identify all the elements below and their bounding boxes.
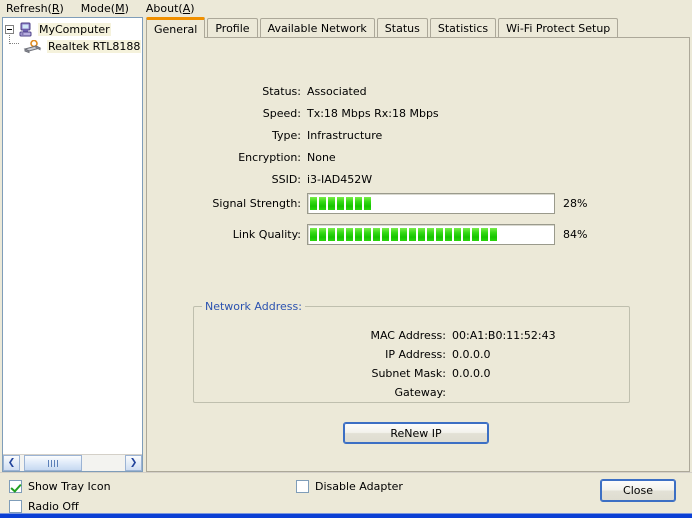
tree-node-mycomputer-label: MyComputer <box>38 23 111 36</box>
menu-item-refresh-pre: Refresh( <box>6 2 52 15</box>
field-subnet-mask-label: Subnet Mask: <box>371 367 446 380</box>
renew-ip-button[interactable]: ReNew IP <box>343 422 489 444</box>
field-subnet-mask-value: 0.0.0.0 <box>452 367 491 380</box>
field-status-label: Status: <box>262 85 301 98</box>
scrollbar-thumb[interactable] <box>24 455 82 471</box>
disable-adapter-label: Disable Adapter <box>315 480 403 493</box>
show-tray-icon-checkbox-box[interactable] <box>9 480 22 493</box>
field-encryption-value: None <box>307 151 336 164</box>
wireless-adapter-icon <box>23 39 42 53</box>
field-ip-address-label: IP Address: <box>385 348 446 361</box>
disable-adapter-checkbox-box[interactable] <box>296 480 309 493</box>
adapter-tree[interactable]: MyComputer Realtek RTL8188 <box>3 18 142 454</box>
menu-item-refresh-post: ) <box>59 2 64 15</box>
tree-expander-icon[interactable] <box>5 25 14 34</box>
tab-panel: General Profile Available Network Status… <box>146 17 690 472</box>
menu-item-about[interactable]: About(A) <box>146 1 205 16</box>
tab-content-general: Status: Associated Speed: Tx:18 Mbps Rx:… <box>146 37 690 472</box>
field-ip-address-value: 0.0.0.0 <box>452 348 491 361</box>
checkbox-radio-off[interactable]: Radio Off <box>9 500 79 513</box>
field-ssid-value: i3-IAD452W <box>307 173 373 186</box>
footer-bar: Show Tray Icon Radio Off Disable Adapter… <box>0 472 692 518</box>
field-ssid: SSID: i3-IAD452W <box>197 173 537 186</box>
field-type-label: Type: <box>272 129 301 142</box>
tree-node-adapter-label: Realtek RTL8188 <box>47 40 142 53</box>
menu-bar: Refresh(R) Mode(M) About(A) <box>0 0 692 17</box>
meter-link-quality-percent: 84% <box>563 228 588 241</box>
scrollbar-grip-icon <box>48 459 58 467</box>
meter-link-quality-label: Link Quality: <box>232 228 301 241</box>
network-address-group: Network Address: MAC Address: 00:A1:B0:1… <box>193 300 630 403</box>
field-ssid-label: SSID: <box>271 173 301 186</box>
menu-item-mode-post: ) <box>124 2 129 15</box>
field-mac-address-value: 00:A1:B0:11:52:43 <box>452 329 556 342</box>
network-address-legend: Network Address: <box>202 300 305 313</box>
wireless-utility-window: Refresh(R) Mode(M) About(A) MyComputer R… <box>0 0 692 518</box>
tab-strip: General Profile Available Network Status… <box>146 17 690 38</box>
show-tray-icon-label: Show Tray Icon <box>28 480 111 493</box>
field-speed: Speed: Tx:18 Mbps Rx:18 Mbps <box>197 107 537 120</box>
close-button[interactable]: Close <box>600 479 676 502</box>
checkbox-show-tray-icon[interactable]: Show Tray Icon <box>9 480 111 493</box>
computer-icon <box>19 22 32 37</box>
meter-signal-strength-bar <box>307 193 555 214</box>
field-gateway: Gateway: <box>194 386 614 399</box>
tab-available-network[interactable]: Available Network <box>259 18 375 38</box>
meter-signal-strength-label: Signal Strength: <box>212 197 301 210</box>
tab-general[interactable]: General <box>146 17 206 38</box>
menu-item-about-pre: About( <box>145 2 183 15</box>
field-speed-label: Speed: <box>262 107 301 120</box>
menu-item-mode-pre: Mode( <box>80 2 116 15</box>
tab-statistics[interactable]: Statistics <box>429 18 497 38</box>
meter-signal-strength-percent: 28% <box>563 197 588 210</box>
field-encryption: Encryption: None <box>197 151 537 164</box>
menu-item-mode[interactable]: Mode(M) <box>81 1 139 16</box>
radio-off-label: Radio Off <box>28 500 79 513</box>
checkbox-disable-adapter[interactable]: Disable Adapter <box>296 480 403 493</box>
window-bottom-edge <box>0 513 692 518</box>
field-gateway-label: Gateway: <box>394 386 447 399</box>
main-body: MyComputer Realtek RTL8188 ❮ ❯ General P… <box>0 17 692 472</box>
field-subnet-mask: Subnet Mask: 0.0.0.0 <box>194 367 614 380</box>
field-type-value: Infrastructure <box>307 129 383 142</box>
scrollbar-track[interactable] <box>20 455 125 471</box>
field-mac-address: MAC Address: 00:A1:B0:11:52:43 <box>194 329 614 342</box>
meter-link-quality-bar <box>307 224 555 245</box>
meter-link-quality: Link Quality: 84% <box>197 224 587 245</box>
field-ip-address: IP Address: 0.0.0.0 <box>194 348 614 361</box>
scroll-right-arrow-icon[interactable]: ❯ <box>125 455 142 471</box>
tree-node-adapter[interactable]: Realtek RTL8188 <box>5 38 142 55</box>
menu-item-about-post: ) <box>190 2 195 15</box>
radio-off-checkbox-box[interactable] <box>9 500 22 513</box>
field-encryption-label: Encryption: <box>238 151 301 164</box>
menu-item-mode-key: M <box>115 2 125 15</box>
field-type: Type: Infrastructure <box>197 129 537 142</box>
tab-wifi-protect-setup[interactable]: Wi-Fi Protect Setup <box>498 18 619 38</box>
field-mac-address-label: MAC Address: <box>370 329 446 342</box>
field-status: Status: Associated <box>197 85 537 98</box>
menu-item-refresh-key: R <box>51 2 60 15</box>
tab-profile[interactable]: Profile <box>207 18 258 38</box>
scroll-left-arrow-icon[interactable]: ❮ <box>3 455 20 471</box>
adapter-tree-panel: MyComputer Realtek RTL8188 ❮ ❯ <box>2 17 143 472</box>
tree-connector-elbow <box>9 43 19 44</box>
tree-node-mycomputer[interactable]: MyComputer <box>5 21 142 44</box>
meter-signal-strength: Signal Strength: 28% <box>197 193 587 214</box>
tree-horizontal-scrollbar[interactable]: ❮ ❯ <box>3 454 142 471</box>
tab-status[interactable]: Status <box>376 18 428 38</box>
menu-item-refresh[interactable]: Refresh(R) <box>6 1 74 16</box>
field-speed-value: Tx:18 Mbps Rx:18 Mbps <box>307 107 439 120</box>
field-status-value: Associated <box>307 85 367 98</box>
